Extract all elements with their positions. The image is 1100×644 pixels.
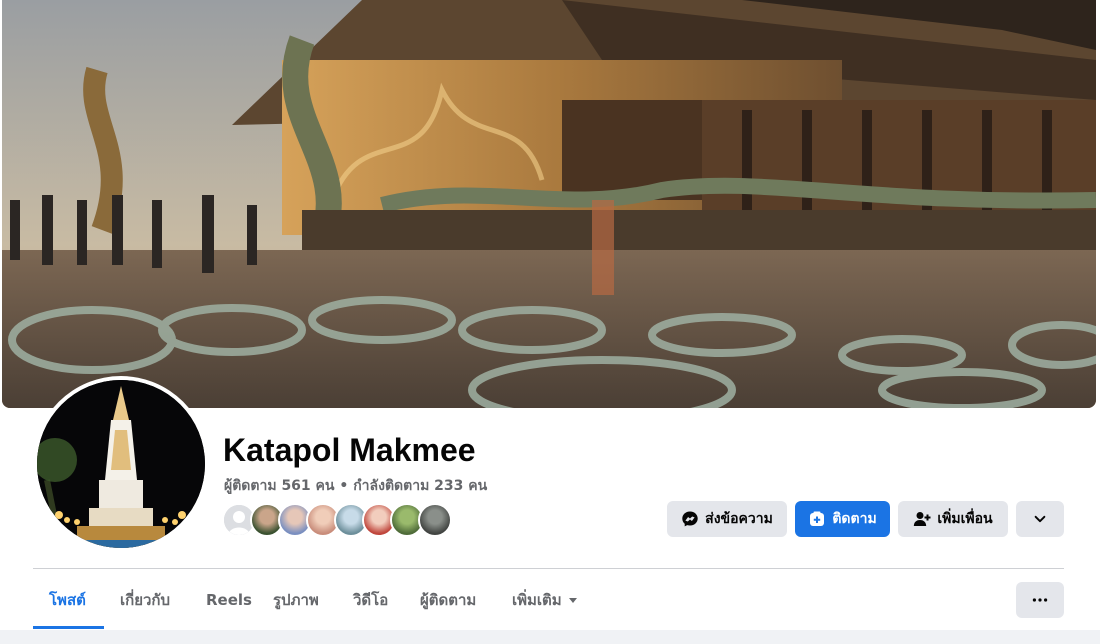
profile-stats: ผู้ติดตาม 561 คน • กำลังติดตาม 233 คน bbox=[224, 475, 487, 497]
caret-down-icon bbox=[568, 597, 577, 603]
chevron-down-icon bbox=[1034, 515, 1046, 523]
more-options-button[interactable] bbox=[1016, 501, 1064, 537]
tab-followers[interactable]: ผู้ติดตาม bbox=[420, 569, 476, 630]
profile-avatar[interactable] bbox=[33, 376, 209, 552]
stats-separator: • bbox=[334, 478, 354, 494]
tab-reels[interactable]: Reels bbox=[206, 569, 252, 630]
tab-more[interactable]: เพิ่มเติม bbox=[512, 569, 578, 630]
following-count-link[interactable]: กำลังติดตาม 233 คน bbox=[353, 478, 487, 494]
tab-label: รูปภาพ bbox=[273, 590, 319, 609]
more-horizontal-icon bbox=[1032, 598, 1048, 602]
profile-name: Katapol Makmee bbox=[223, 432, 476, 468]
tab-label: โพสต์ bbox=[49, 590, 86, 609]
add-friend-button[interactable]: เพิ่มเพื่อน bbox=[898, 501, 1008, 537]
follow-button[interactable]: ติดตาม bbox=[795, 501, 890, 537]
active-tab-indicator bbox=[33, 626, 104, 629]
message-button-label: ส่งข้อความ bbox=[705, 511, 773, 527]
followers-count-link[interactable]: ผู้ติดตาม 561 คน bbox=[224, 478, 334, 494]
follower-avatar[interactable] bbox=[418, 503, 452, 537]
message-button[interactable]: ส่งข้อความ bbox=[667, 501, 787, 537]
messenger-icon bbox=[681, 510, 699, 528]
profile-tabs: โพสต์ เกี่ยวกับ Reels รูปภาพ วิดีโอ ผู้ต… bbox=[33, 569, 933, 630]
cover-photo[interactable] bbox=[2, 0, 1096, 408]
tab-label: เพิ่มเติม bbox=[512, 590, 562, 609]
profile-more-actions-button[interactable] bbox=[1016, 582, 1064, 618]
add-friend-icon bbox=[913, 510, 931, 528]
follow-plus-icon bbox=[808, 510, 826, 528]
tab-label: เกี่ยวกับ bbox=[120, 590, 171, 609]
cover-image bbox=[2, 0, 1096, 408]
tab-about[interactable]: เกี่ยวกับ bbox=[120, 569, 170, 630]
tab-photos[interactable]: รูปภาพ bbox=[273, 569, 319, 630]
tab-label: วิดีโอ bbox=[353, 590, 389, 609]
page-background-band bbox=[0, 630, 1100, 644]
tab-videos[interactable]: วิดีโอ bbox=[353, 569, 388, 630]
follow-button-label: ติดตาม bbox=[832, 511, 877, 527]
avatar-image bbox=[37, 380, 205, 548]
add-friend-button-label: เพิ่มเพื่อน bbox=[937, 511, 993, 527]
tab-label: ผู้ติดตาม bbox=[420, 590, 477, 609]
tab-label: Reels bbox=[206, 590, 252, 609]
tab-posts[interactable]: โพสต์ bbox=[49, 569, 86, 630]
